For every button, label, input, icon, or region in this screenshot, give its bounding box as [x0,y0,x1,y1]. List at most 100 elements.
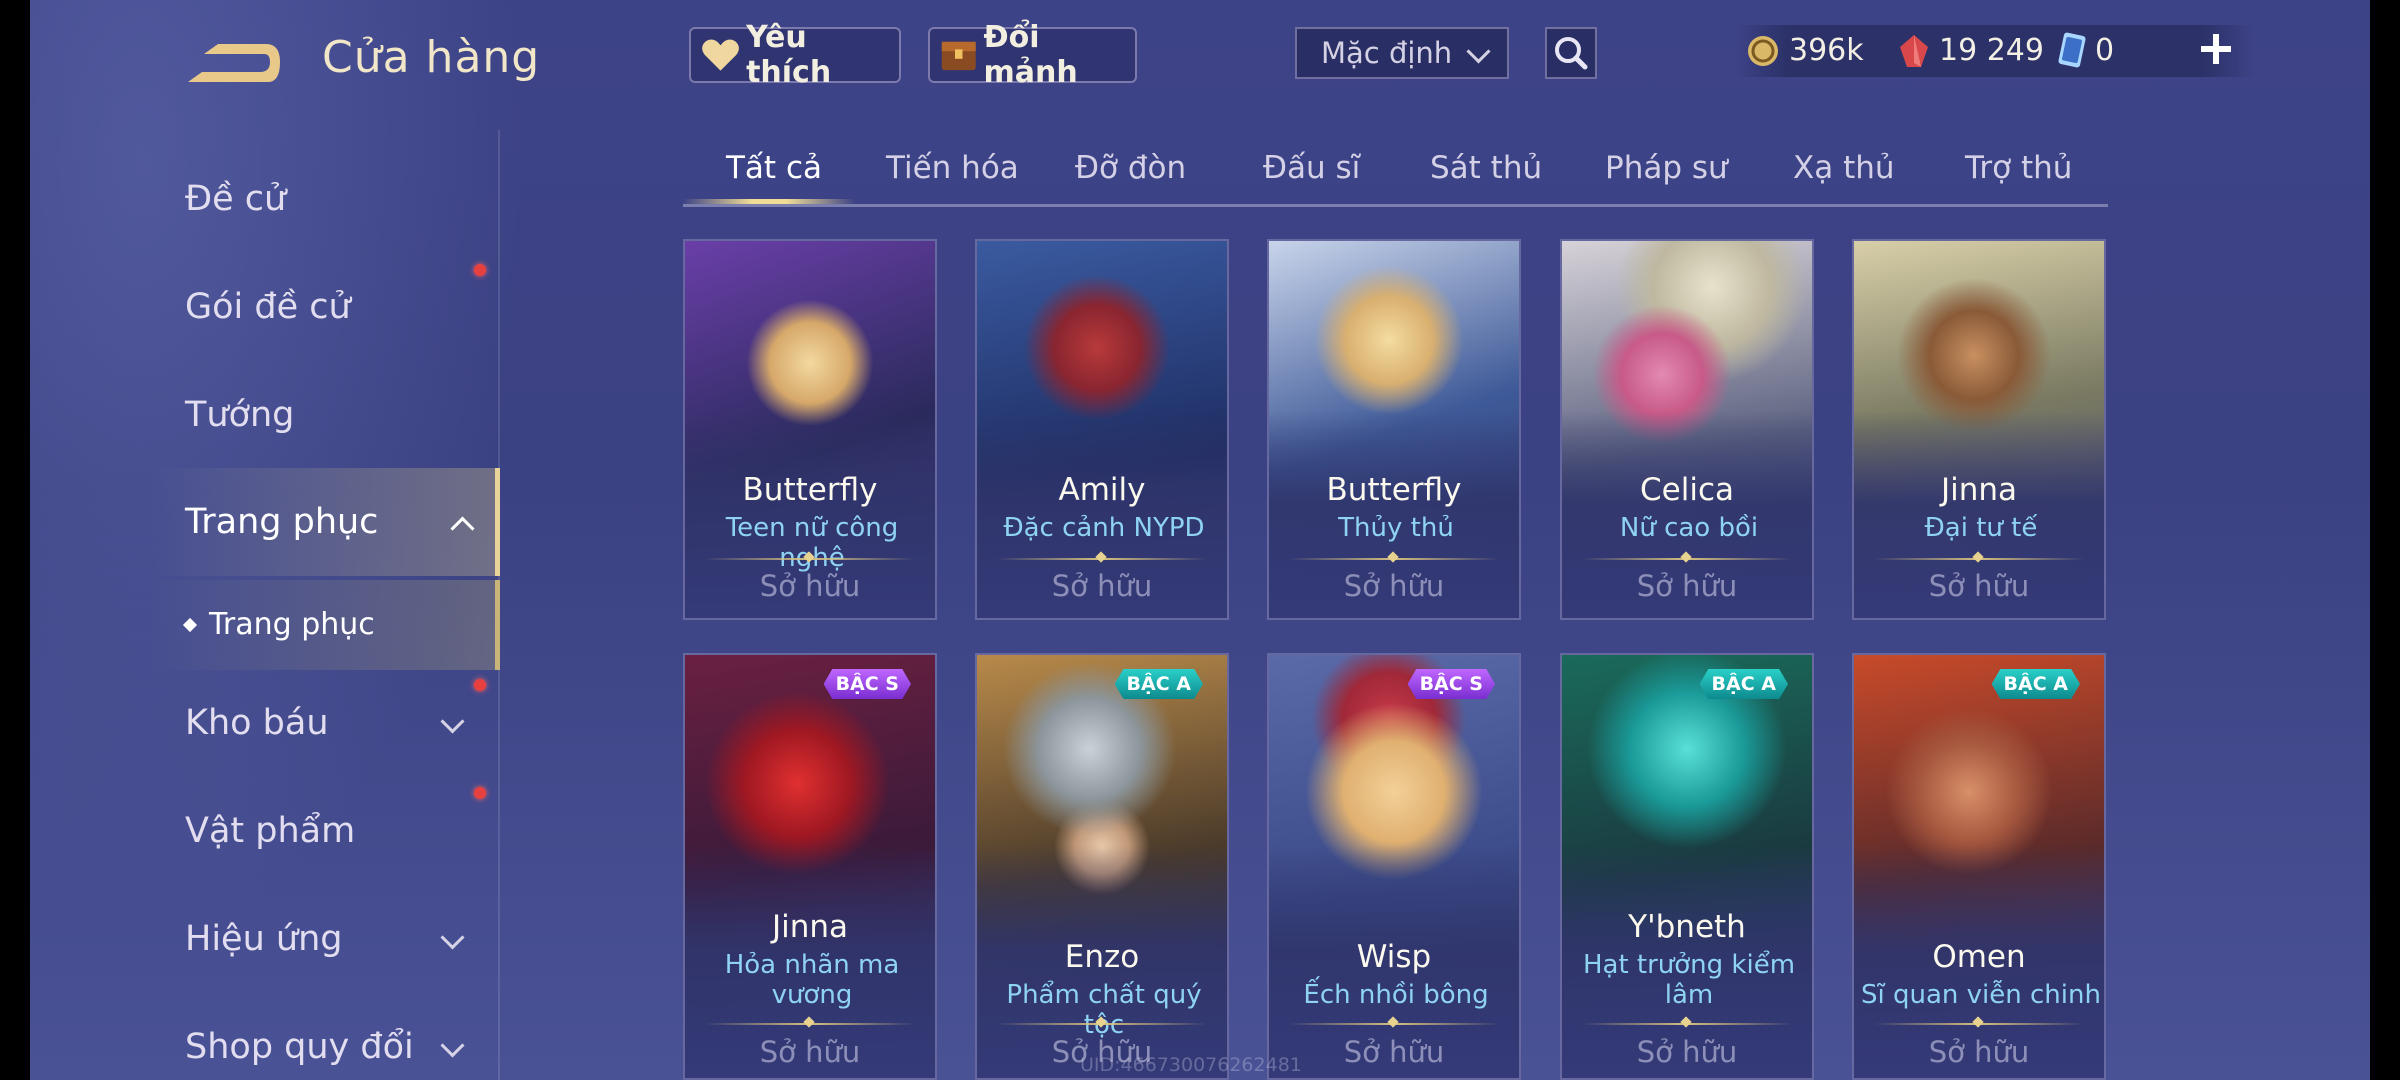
gold-coin-icon [1748,36,1778,66]
sidebar-item-label: Shop quy đổi [185,1027,414,1067]
sort-value: Mặc định [1321,36,1453,70]
card-divider [1289,558,1499,560]
card-divider [1582,1023,1792,1025]
skin-name: Ếch nhồi bông [1303,980,1489,1010]
sidebar-item-label: Hiệu ứng [185,919,343,959]
uid-watermark: UID:466730076262481 [1080,1054,1302,1076]
skin-card[interactable]: Butterfly Teen nữ công nghệ Sở hữu [683,239,937,620]
owned-status: Sở hữu [1636,1035,1738,1069]
notification-dot [474,787,486,799]
sidebar: Đề cử Gói đề cử Tướng Trang phục Trang p… [0,0,505,1080]
skin-card[interactable]: BẬC S Jinna Hỏa nhãn ma vương Sở hữu [683,653,937,1080]
chest-icon [941,41,976,71]
skin-name: Sĩ quan viễn chinh [1861,980,2101,1010]
hero-name: Jinna [771,909,849,945]
skin-name: Đặc cảnh NYPD [1003,513,1205,543]
plus-icon[interactable] [2195,28,2237,70]
sidebar-item-label: Kho báu [185,703,329,743]
sidebar-item-label: Tướng [185,395,295,435]
card-divider [705,1023,915,1025]
owned-status: Sở hữu [1343,1035,1445,1069]
card-divider [1582,558,1792,560]
chevron-down-icon [440,925,465,950]
owned-status: Sở hữu [759,1035,861,1069]
sidebar-item-label: Vật phẩm [185,811,356,851]
hero-name: Jinna [1940,472,2018,508]
sidebar-item-skins[interactable]: Trang phục [150,468,500,576]
skin-name: Hỏa nhãn ma vương [724,950,900,1010]
hero-name: Celica [1640,472,1734,508]
skin-card[interactable]: Amily Đặc cảnh NYPD Sở hữu [975,239,1229,620]
favorite-label: Yêu thích [746,20,832,90]
sidebar-item-items[interactable]: Vật phẩm [185,801,485,861]
diamond-bullet-icon [182,617,198,633]
skin-card[interactable]: Celica Nữ cao bồi Sở hữu [1560,239,1814,620]
owned-status: Sở hữu [1928,569,2030,603]
chevron-down-icon [1466,39,1491,64]
notification-dot [474,264,486,276]
voucher-counter: 19 249 [1897,28,2044,74]
sort-dropdown[interactable]: Mặc định [1295,27,1509,79]
skin-name: Nữ cao bồi [1619,513,1759,543]
card-divider [1289,1023,1499,1025]
sidebar-subitem-skins[interactable]: Trang phục [150,580,500,670]
ticket-counter: 0 [2055,28,2114,74]
skin-name: Thủy thủ [1338,513,1454,543]
card-divider [997,558,1207,560]
skin-card[interactable]: BẬC A Enzo Phẩm chất quý tộc Sở hữu [975,653,1229,1080]
skin-name: Phẩm chất quý tộc [1006,980,1202,1040]
ticket-card-icon [2058,32,2086,68]
card-divider [997,1023,1207,1025]
chevron-up-icon [450,516,475,541]
ticket-value: 0 [2095,33,2115,68]
sidebar-item-label: Trang phục [185,502,379,542]
exchange-shards-button[interactable]: Đổi mảnh [928,20,1137,90]
gold-value: 396k [1789,33,1864,68]
tier-badge: BẬC A [1114,669,1203,699]
hero-name: Butterfly [1326,472,1462,508]
skin-name: Hạt trưởng kiểm lâm [1582,950,1796,1010]
tab-assassin[interactable]: Sát thủ [1430,150,1542,186]
tab-marksman[interactable]: Xạ thủ [1793,150,1895,186]
sidebar-item-heroes[interactable]: Tướng [185,385,485,445]
search-button[interactable] [1545,27,1597,79]
sidebar-item-treasure[interactable]: Kho báu [185,693,485,753]
skin-card[interactable]: BẬC A Omen Sĩ quan viễn chinh Sở hữu [1852,653,2106,1080]
sidebar-item-exchange-shop[interactable]: Shop quy đổi [185,1017,485,1077]
hero-name: Wisp [1356,939,1432,975]
skin-card[interactable]: Jinna Đại tư tế Sở hữu [1852,239,2106,620]
tier-badge: BẬC S [1407,669,1495,699]
tab-evolution[interactable]: Tiến hóa [886,150,1019,186]
skin-card[interactable]: BẬC S Wisp Ếch nhồi bông Sở hữu [1267,653,1521,1080]
active-tab-indicator [683,199,855,204]
sidebar-subitem-label: Trang phục [209,607,375,642]
heart-icon [702,39,739,71]
owned-status: Sở hữu [759,569,861,603]
sidebar-item-effects[interactable]: Hiệu ứng [185,909,485,969]
chevron-down-icon [440,709,465,734]
skin-card[interactable]: BẬC A Y'bneth Hạt trưởng kiểm lâm Sở hữu [1560,653,1814,1080]
tier-badge: BẬC S [823,669,911,699]
tab-mage[interactable]: Pháp sư [1605,150,1728,186]
tab-tank[interactable]: Đỡ đòn [1075,150,1186,186]
sidebar-item-bundles[interactable]: Gói đề cử [185,277,485,337]
owned-status: Sở hữu [1051,569,1153,603]
skin-name: Teen nữ công nghệ [725,513,899,573]
hero-name: Enzo [1064,939,1140,975]
favorite-button[interactable]: Yêu thích [689,20,901,90]
skin-card[interactable]: Butterfly Thủy thủ Sở hữu [1267,239,1521,620]
hero-name: Butterfly [742,472,878,508]
voucher-value: 19 249 [1939,33,2044,68]
sidebar-item-recommended[interactable]: Đề cử [185,169,485,229]
sidebar-item-label: Gói đề cử [185,287,351,327]
tab-fighter[interactable]: Đấu sĩ [1263,150,1360,186]
card-divider [705,558,915,560]
exchange-label: Đổi mảnh [983,20,1078,90]
search-icon [1555,37,1588,70]
owned-status: Sở hữu [1343,569,1445,603]
skin-name: Đại tư tế [1924,513,2038,543]
chevron-down-icon [440,1033,465,1058]
card-divider [1874,558,2084,560]
tab-all[interactable]: Tất cả [726,150,822,186]
tab-support[interactable]: Trợ thủ [1965,150,2072,186]
